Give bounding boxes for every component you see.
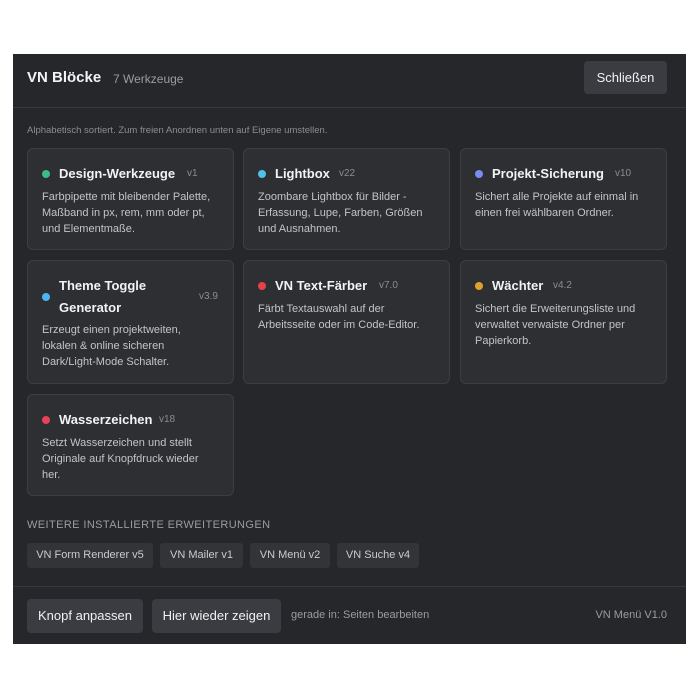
tool-count: 7 Werkzeuge [113, 72, 184, 86]
tool-description: Sichert alle Projekte auf einmal in einen… [475, 191, 639, 219]
tool-card-lightbox[interactable]: Lightbox v22 Zoombare Lightbox für Bilde… [243, 148, 450, 250]
tool-version: v10 [615, 168, 632, 179]
app-version: VN Menü V1.0 [595, 609, 667, 621]
tool-version: v22 [339, 168, 356, 179]
tool-name: Design-Werkzeuge [59, 166, 176, 181]
tool-name: Projekt-Sicherung [492, 166, 604, 181]
dialog-header: VN Blöcke 7 Werkzeuge Schließen [13, 54, 686, 108]
extension-chip[interactable]: VN Menü v2 [250, 543, 330, 568]
tool-name: Wasserzeichen [59, 412, 153, 427]
tool-description: Zoombare Lightbox für Bilder - Erfassung,… [258, 191, 423, 235]
extension-chip[interactable]: VN Form Renderer v5 [27, 543, 153, 568]
tool-description: Setzt Wasserzeichen und stellt Originale … [42, 437, 199, 481]
status-dot [42, 293, 50, 301]
status-dot [42, 170, 50, 178]
extension-chip[interactable]: VN Mailer v1 [160, 543, 243, 568]
tool-card-theme-toggle-generator[interactable]: Theme Toggle Generator v3.9 Erzeugt einen… [27, 260, 234, 384]
show-again-button[interactable]: Hier wieder zeigen [152, 599, 281, 633]
tool-card-projekt-sicherung[interactable]: Projekt-Sicherung v10 Sichert alle Proje… [460, 148, 667, 250]
dialog-title: VN Blöcke [27, 69, 102, 86]
status-dot [475, 170, 483, 178]
status-dot [42, 416, 50, 424]
tool-card-design-werkzeuge[interactable]: Design-Werkzeuge v1 Farbpipette mit blei… [27, 148, 234, 250]
tool-version: v1 [187, 168, 198, 179]
tool-version: v4.2 [553, 280, 572, 291]
tool-version: v18 [159, 414, 176, 425]
tool-description: Farbpipette mit bleibender Palette, Maßba… [42, 191, 211, 235]
close-button[interactable]: Schließen [584, 61, 667, 94]
tool-description: Sichert die Erweiterungsliste und verwalt… [475, 303, 636, 347]
more-extensions-title: WEITERE INSTALLIERTE ERWEITERUNGEN [27, 519, 271, 531]
tool-card-waechter[interactable]: Wächter v4.2 Sichert die Erweiterungslis… [460, 260, 667, 384]
tool-description: Erzeugt einen projektweiten, lokalen & on… [42, 324, 181, 368]
tool-card-vn-text-faerber[interactable]: VN Text-Färber v7.0 Färbt Textauswahl au… [243, 260, 450, 384]
tool-name: Wächter [492, 278, 544, 293]
tools-dialog: VN Blöcke 7 Werkzeuge Schließen Alphabet… [13, 54, 686, 644]
status-dot [475, 282, 483, 290]
context-status: gerade in: Seiten bearbeiten [291, 609, 430, 621]
status-dot [258, 170, 266, 178]
tool-name: Theme Toggle Generator [59, 278, 147, 315]
tool-description: Färbt Textauswahl auf der Arbeitsseite od… [258, 303, 420, 331]
status-dot [258, 282, 266, 290]
customize-button[interactable]: Knopf anpassen [27, 599, 143, 633]
tool-version: v7.0 [379, 280, 398, 291]
dialog-footer: Knopf anpassen Hier wieder zeigen gerade… [13, 586, 686, 644]
extension-chip[interactable]: VN Suche v4 [337, 543, 419, 568]
tool-card-wasserzeichen[interactable]: Wasserzeichen v18 Setzt Wasserzeichen un… [27, 394, 234, 496]
tool-name: VN Text-Färber [275, 278, 368, 293]
sort-hint: Alphabetisch sortiert. Zum freien Anordn… [27, 125, 328, 136]
tool-version: v3.9 [199, 291, 218, 302]
tool-name: Lightbox [275, 166, 330, 181]
